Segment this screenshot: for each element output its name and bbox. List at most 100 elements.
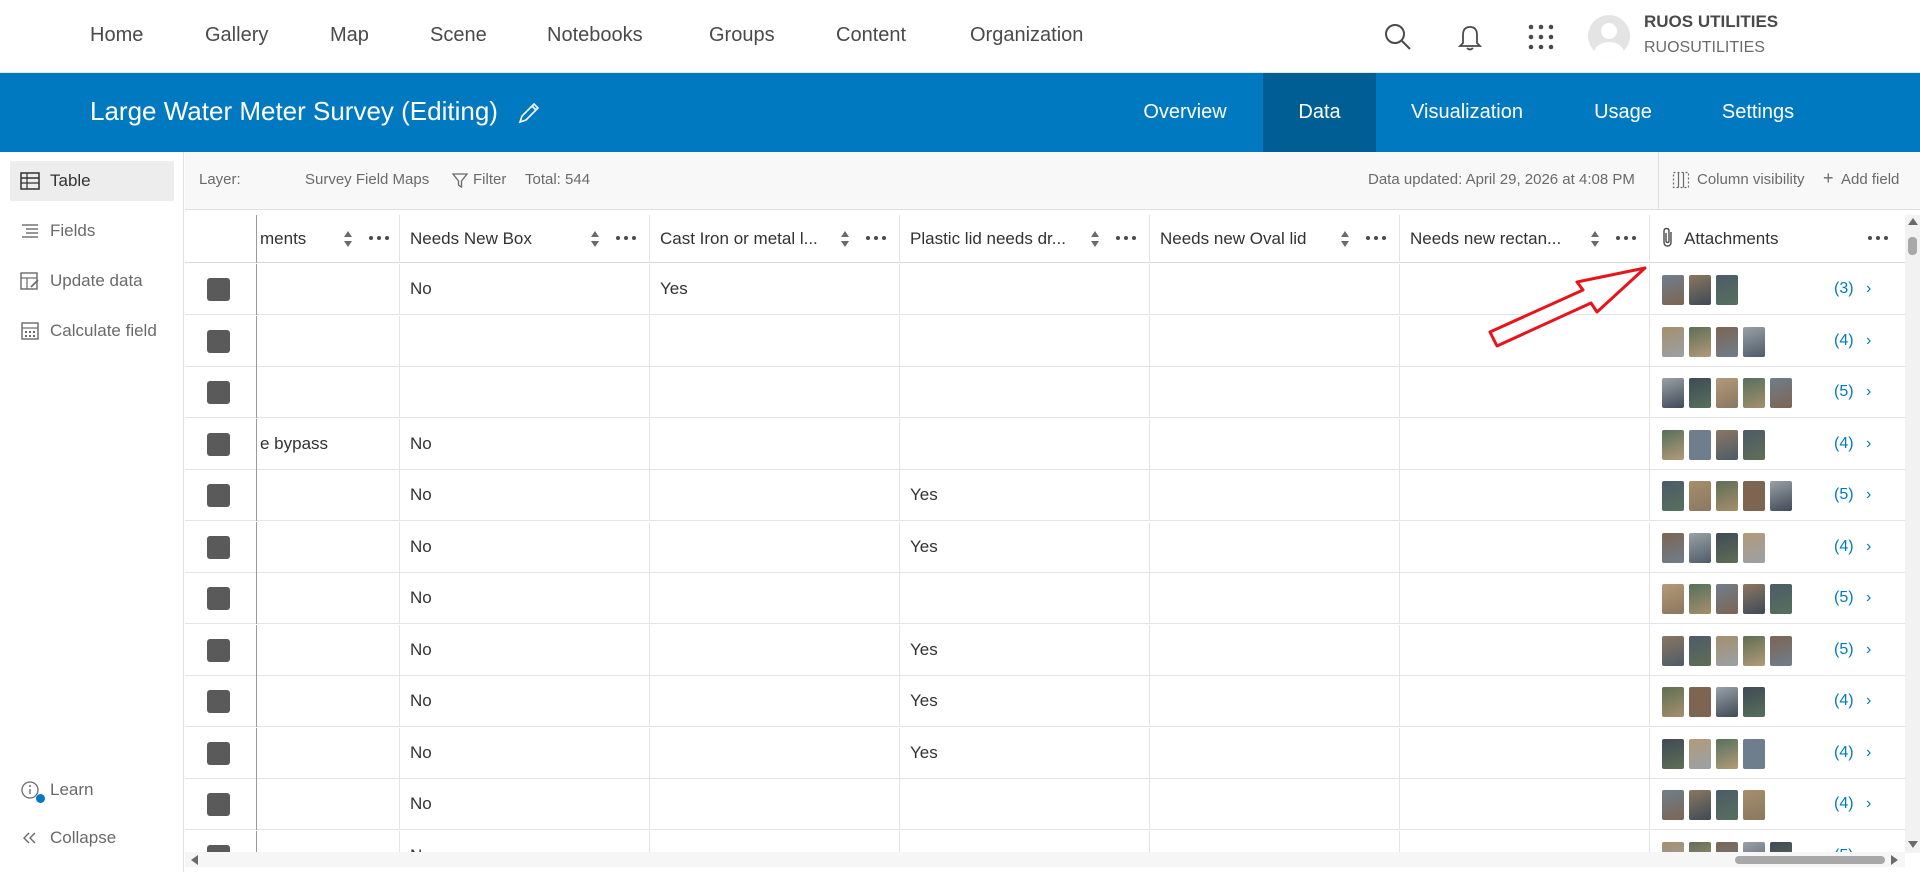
attachment-thumbnail[interactable]: [1662, 326, 1684, 357]
table-row[interactable]: No Yes (5) ›: [185, 624, 1905, 676]
attachment-thumbnail[interactable]: [1716, 687, 1738, 717]
attachment-thumbnail[interactable]: [1716, 481, 1738, 511]
attachments-cell[interactable]: (4) ›: [1650, 419, 1905, 470]
horizontal-scrollbar[interactable]: [185, 852, 1905, 867]
sort-icon[interactable]: [839, 228, 851, 250]
table-row[interactable]: No Yes (5) ›: [185, 470, 1905, 521]
attachment-thumbnail[interactable]: [1716, 275, 1738, 305]
attachment-thumbnail[interactable]: [1770, 481, 1792, 511]
table-cell[interactable]: [1150, 521, 1400, 573]
attachment-thumbnail[interactable]: [1743, 532, 1765, 563]
table-cell[interactable]: No: [400, 418, 650, 470]
attachment-thumbnail[interactable]: [1743, 481, 1765, 511]
table-cell[interactable]: [650, 727, 900, 779]
table-row[interactable]: e bypass No (4) ›: [185, 418, 1905, 470]
table-cell[interactable]: [1150, 727, 1400, 779]
nav-notebooks[interactable]: Notebooks: [547, 24, 643, 47]
sidebar-item-table[interactable]: Table: [10, 161, 174, 201]
table-cell[interactable]: No: [400, 624, 650, 676]
table-cell[interactable]: [900, 779, 1150, 830]
column-header[interactable]: Cast Iron or metal l...: [650, 215, 900, 263]
attachment-thumbnail[interactable]: [1716, 429, 1738, 460]
attachment-thumbnail[interactable]: [1743, 738, 1765, 769]
table-cell[interactable]: [257, 521, 400, 573]
attachment-thumbnail[interactable]: [1743, 584, 1765, 614]
attachment-thumbnail[interactable]: [1743, 429, 1765, 460]
chevron-right-icon[interactable]: ›: [1866, 435, 1871, 453]
table-cell[interactable]: [900, 573, 1150, 624]
table-cell[interactable]: [650, 521, 900, 573]
attachment-thumbnail[interactable]: [1689, 584, 1711, 614]
table-cell[interactable]: [1150, 470, 1400, 521]
attachment-thumbnail[interactable]: [1662, 790, 1684, 820]
table-cell[interactable]: [1400, 779, 1650, 830]
vertical-scroll-thumb[interactable]: [1908, 237, 1917, 255]
nav-gallery[interactable]: Gallery: [205, 24, 268, 47]
table-cell[interactable]: Yes: [900, 521, 1150, 573]
table-row[interactable]: No (4) ›: [185, 779, 1905, 830]
row-checkbox[interactable]: [207, 741, 230, 765]
table-cell[interactable]: e bypass: [257, 418, 400, 470]
column-header-attachments[interactable]: Attachments: [1650, 215, 1905, 263]
attachment-thumbnail[interactable]: [1743, 687, 1765, 717]
table-cell[interactable]: [1150, 264, 1400, 315]
attachments-cell[interactable]: (4) ›: [1650, 522, 1905, 573]
row-checkbox[interactable]: [207, 690, 230, 713]
table-cell[interactable]: [1150, 418, 1400, 470]
table-row[interactable]: No Yes (4) ›: [185, 521, 1905, 573]
layer-select[interactable]: Survey Field Maps: [305, 171, 429, 188]
attachment-thumbnail[interactable]: [1689, 326, 1711, 357]
attachment-thumbnail[interactable]: [1662, 635, 1684, 666]
nav-home[interactable]: Home: [90, 24, 143, 47]
attachment-thumbnail[interactable]: [1662, 584, 1684, 614]
table-cell[interactable]: [650, 315, 900, 367]
more-options-icon[interactable]: [1365, 235, 1387, 241]
attachment-thumbnail[interactable]: [1770, 584, 1792, 614]
table-row[interactable]: No Yes (4) ›: [185, 676, 1905, 727]
sort-icon[interactable]: [1339, 228, 1351, 250]
user-name[interactable]: RUOS UTILITIES: [1644, 12, 1778, 32]
attachment-count[interactable]: (4): [1834, 332, 1854, 350]
plus-icon[interactable]: +: [1823, 168, 1834, 189]
nav-groups[interactable]: Groups: [709, 24, 775, 47]
table-cell[interactable]: [257, 676, 400, 727]
sidebar-item-fields[interactable]: Fields: [10, 211, 174, 251]
table-cell[interactable]: Yes: [650, 264, 900, 315]
table-cell[interactable]: [650, 830, 900, 853]
attachment-thumbnail[interactable]: [1743, 326, 1765, 357]
chevron-right-icon[interactable]: ›: [1866, 744, 1871, 762]
table-cell[interactable]: [1400, 624, 1650, 676]
attachment-thumbnail[interactable]: [1743, 635, 1765, 666]
tab-settings[interactable]: Settings: [1708, 73, 1808, 152]
attachment-thumbnail[interactable]: [1770, 635, 1792, 666]
attachments-cell[interactable]: (5)›: [1650, 831, 1905, 853]
table-cell[interactable]: [257, 264, 400, 315]
chevron-right-icon[interactable]: ›: [1866, 692, 1871, 710]
table-cell[interactable]: No: [400, 676, 650, 727]
table-cell[interactable]: Yes: [900, 624, 1150, 676]
attachment-thumbnail[interactable]: [1662, 532, 1684, 563]
column-header[interactable]: Needs new rectan...: [1400, 215, 1650, 263]
table-cell[interactable]: [257, 470, 400, 521]
table-cell[interactable]: [1400, 521, 1650, 573]
attachment-thumbnail[interactable]: [1689, 687, 1711, 717]
attachments-cell[interactable]: (4) ›: [1650, 779, 1905, 830]
table-cell[interactable]: No: [400, 521, 650, 573]
column-header[interactable]: Needs New Box: [400, 215, 650, 263]
column-visibility-icon[interactable]: [1672, 171, 1690, 189]
attachment-thumbnail[interactable]: [1716, 635, 1738, 666]
attachment-count[interactable]: (5): [1834, 383, 1854, 401]
table-cell[interactable]: [400, 315, 650, 367]
attachment-thumbnail[interactable]: [1716, 738, 1738, 769]
scroll-right-icon[interactable]: [1891, 855, 1898, 865]
more-options-icon[interactable]: [1115, 235, 1137, 241]
attachment-thumbnail[interactable]: [1716, 584, 1738, 614]
attachment-count[interactable]: (4): [1834, 744, 1854, 762]
attachment-count[interactable]: (5): [1834, 486, 1854, 504]
table-cell[interactable]: [400, 367, 650, 418]
table-cell[interactable]: [257, 830, 400, 853]
scroll-left-icon[interactable]: [191, 855, 198, 865]
scroll-up-icon[interactable]: [1908, 218, 1918, 225]
table-cell[interactable]: Yes: [900, 727, 1150, 779]
sidebar-collapse[interactable]: Collapse: [10, 818, 174, 858]
